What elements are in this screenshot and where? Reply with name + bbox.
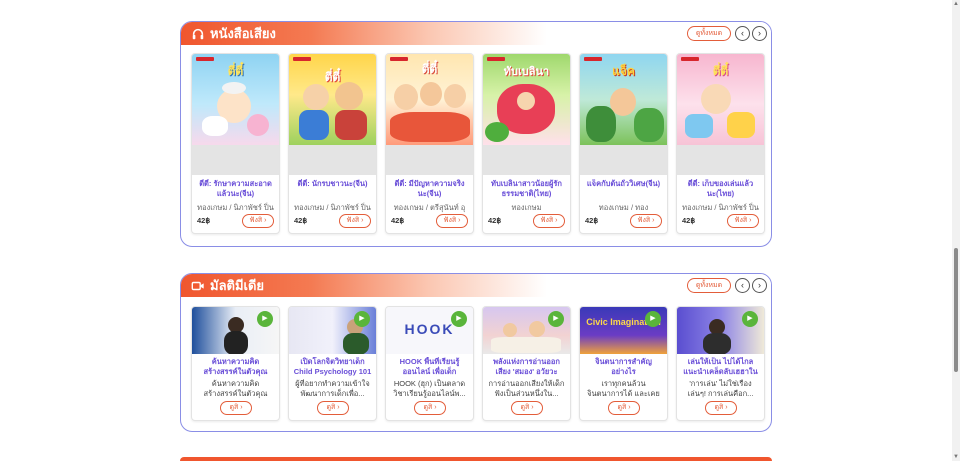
media-description: การอ่านออกเสียงให้เด็กฟังเป็นส่วนหนึ่งใน… [488,379,565,398]
multimedia-card[interactable]: Civic Imagination ▶ จินตนาการสำคัญอย่างไ… [579,306,668,421]
audiobook-card[interactable]: ตี่ตี๋ ตี่ตี๋: มีปัญหาความจริงนะ(จีน) ทอ… [385,53,474,234]
book-cover-image[interactable]: ตี่ตี๋ [192,54,279,145]
page: หนังสือเสียง ดูทั้งหมด ‹ › ตี่ตี๋ ตี่ตี๋… [0,0,960,461]
book-title[interactable]: ตี่ตี๋: นักรบชาวนะ(จีน) [293,179,372,199]
video-camera-icon [191,281,204,290]
book-price: 42฿ [391,216,405,225]
book-price: 42฿ [682,216,696,225]
multimedia-list: ▶ ค้นหาความคิดสร้างสรรค์ในตัวคุณ ค้นหาคว… [191,306,765,421]
book-cover-image[interactable]: ตี่ตี๋ [677,54,764,145]
listen-button[interactable]: ฟังสิ › [436,214,468,228]
book-author: ทองเกษม [511,203,542,212]
book-title[interactable]: ทับเบลินาสาวน้อยผู้รักธรรมชาติ(ไทย) [487,179,566,199]
vertical-scrollbar[interactable]: ▲ ▼ [952,0,960,461]
book-title[interactable]: ตี่ตี๋: เก็บของเล่นแล้วนะ(ไทย) [681,179,760,199]
multimedia-prev-arrow-icon[interactable]: ‹ [735,278,750,293]
media-description: ค้นหาความคิดสร้างสรรค์ในตัวคุณ หากไม่รอ.… [203,379,268,398]
listen-button[interactable]: ฟังสิ › [630,214,662,228]
media-description: ผู้ที่อยากทำความเข้าใจพัฒนาการเด็กเพื่อ.… [295,379,370,398]
next-section-header-edge [180,457,772,461]
multimedia-section-label: มัลติมีเดีย [210,278,265,293]
book-author: ทองเกษม / ทอง [598,203,649,212]
book-title[interactable]: แจ็คกับต้นถั่ววิเศษ(จีน) [584,179,663,199]
scroll-up-arrow-icon[interactable]: ▲ [952,0,960,8]
video-badge-icon: ▶ [257,311,273,327]
media-title[interactable]: เล่นให้เป็น ไปได้ไกล แนะนำเคล็ดลับเฮฮาใน… [680,357,761,377]
audiobook-card[interactable]: ทับเบลินา ทับเบลินาสาวน้อยผู้รักธรรมชาติ… [482,53,571,234]
media-title[interactable]: ค้นหาความคิดสร้างสรรค์ในตัวคุณ [195,357,276,377]
multimedia-card[interactable]: ▶ พลังแห่งการอ่านออกเสียง 'สมอง' อวัยวะ … [482,306,571,421]
watch-button[interactable]: ดูสิ › [511,401,543,415]
book-cover-image[interactable]: แจ็ค [580,54,667,145]
book-author: ทองเกษม / นิภาพัชร์ ปิ่น [197,203,274,212]
book-author: ทองเกษม / ตรีสุนันท์ อุ [393,203,466,212]
book-cover-image[interactable]: ทับเบลินา [483,54,570,145]
media-description: HOOK (ฮุก) เป็นตลาดวิชาเรียนรู้ออนไลน์พ.… [393,379,466,398]
media-title[interactable]: พลังแห่งการอ่านออกเสียง 'สมอง' อวัยวะ [486,357,567,377]
audiobook-card[interactable]: แจ็ค แจ็คกับต้นถั่ววิเศษ(จีน) ทองเกษม / … [579,53,668,234]
audiobook-list: ตี่ตี๋ ตี่ตี๋: รักษาความสะอาดแล้วนะ(จีน)… [191,53,765,234]
multimedia-card[interactable]: HOOK ▶ HOOK พื้นที่เรียนรู้ออนไลน์ เพื่อ… [385,306,474,421]
multimedia-next-arrow-icon[interactable]: › [752,278,767,293]
watch-button[interactable]: ดูสิ › [608,401,640,415]
listen-button[interactable]: ฟังสิ › [533,214,565,228]
multimedia-view-all-button[interactable]: ดูทั้งหมด [687,278,731,293]
audiobook-next-arrow-icon[interactable]: › [752,26,767,41]
video-badge-icon: ▶ [451,311,467,327]
watch-button[interactable]: ดูสิ › [705,401,737,415]
book-price: 42฿ [488,216,502,225]
watch-button[interactable]: ดูสิ › [414,401,446,415]
book-title[interactable]: ตี่ตี๋: รักษาความสะอาดแล้วนะ(จีน) [196,179,275,199]
audiobook-card[interactable]: ตี่ตี๋ ตี่ตี๋: นักรบชาวนะ(จีน) ทองเกษม /… [288,53,377,234]
media-description: เราทุกคนล้วนจินตนาการได้ และเคยใช้จินตนา… [587,379,660,398]
book-price: 42฿ [585,216,599,225]
headphones-icon [192,28,204,39]
listen-button[interactable]: ฟังสิ › [727,214,759,228]
multimedia-card[interactable]: ▶ ค้นหาความคิดสร้างสรรค์ในตัวคุณ ค้นหาคว… [191,306,280,421]
watch-button[interactable]: ดูสิ › [220,401,252,415]
watch-button[interactable]: ดูสิ › [317,401,349,415]
multimedia-card[interactable]: ▶ เล่นให้เป็น ไปได้ไกล แนะนำเคล็ดลับเฮฮา… [676,306,765,421]
listen-button[interactable]: ฟังสิ › [242,214,274,228]
book-cover-image[interactable]: ตี่ตี๋ [289,54,376,145]
multimedia-card[interactable]: ▶ เปิดโลกจิตวิทยาเด็ก Child Psychology 1… [288,306,377,421]
multimedia-section-title: มัลติมีเดีย [191,278,264,293]
book-title[interactable]: ตี่ตี๋: มีปัญหาความจริงนะ(จีน) [390,179,469,199]
audiobook-section-title: หนังสือเสียง [191,26,276,41]
scrollbar-thumb[interactable] [954,248,958,372]
media-title[interactable]: เปิดโลกจิตวิทยาเด็ก Child Psychology 101 [292,357,373,377]
audiobook-view-all-button[interactable]: ดูทั้งหมด [687,26,731,41]
scroll-down-arrow-icon[interactable]: ▼ [952,453,960,461]
audiobook-section-header: หนังสือเสียง ดูทั้งหมด ‹ › [181,22,771,45]
media-title[interactable]: HOOK พื้นที่เรียนรู้ออนไลน์ เพื่อเด็ก [389,357,470,377]
book-author: ทองเกษม / นิภาพัชร์ ปิ่น [294,203,371,212]
book-cover-image[interactable]: ตี่ตี๋ [386,54,473,145]
book-author: ทองเกษม / นิภาพัชร์ ปิ่น [682,203,759,212]
video-badge-icon: ▶ [645,311,661,327]
media-title[interactable]: จินตนาการสำคัญอย่างไร [583,357,664,377]
multimedia-section-header: มัลติมีเดีย ดูทั้งหมด ‹ › [181,274,771,297]
video-badge-icon: ▶ [354,311,370,327]
audiobook-prev-arrow-icon[interactable]: ‹ [735,26,750,41]
video-badge-icon: ▶ [548,311,564,327]
audiobook-card[interactable]: ตี่ตี๋ ตี่ตี๋: รักษาความสะอาดแล้วนะ(จีน)… [191,53,280,234]
book-price: 42฿ [197,216,211,225]
listen-button[interactable]: ฟังสิ › [339,214,371,228]
audiobook-section-label: หนังสือเสียง [210,26,276,41]
multimedia-section: มัลติมีเดีย ดูทั้งหมด ‹ › ▶ ค้นหาความคิด… [180,273,772,432]
book-price: 42฿ [294,216,308,225]
audiobook-section: หนังสือเสียง ดูทั้งหมด ‹ › ตี่ตี๋ ตี่ตี๋… [180,21,772,247]
audiobook-card[interactable]: ตี่ตี๋ ตี่ตี๋: เก็บของเล่นแล้วนะ(ไทย) ทอ… [676,53,765,234]
video-badge-icon: ▶ [742,311,758,327]
media-description: 'การเล่น' ไม่ใช่เรื่องเล่นๆ! การเล่นคือก… [687,379,754,398]
